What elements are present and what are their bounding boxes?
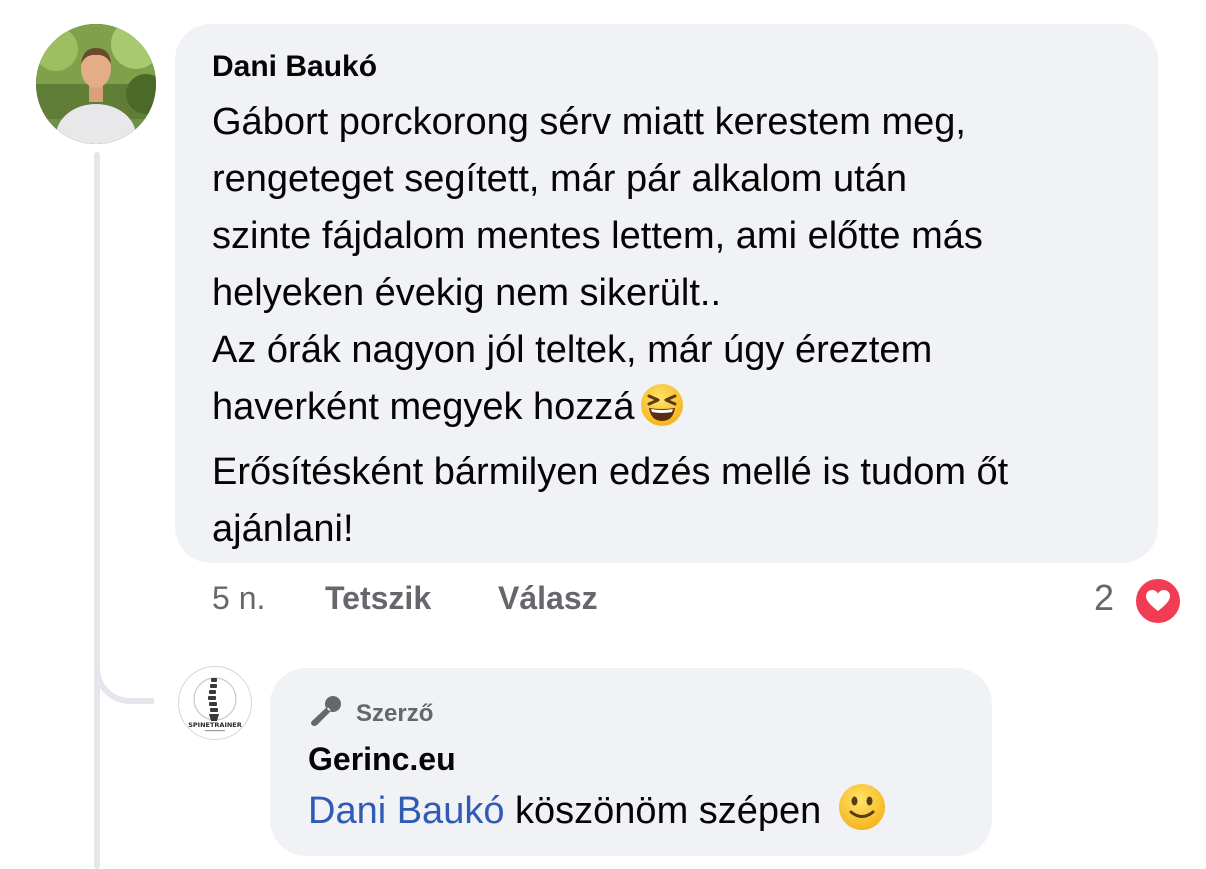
- comment-timestamp[interactable]: 5 n.: [212, 580, 265, 617]
- comment-line: Gábort porckorong sérv miatt kerestem me…: [212, 101, 966, 143]
- avatar-photo: [36, 24, 156, 144]
- comment-line: szinte fájdalom mentes lettem, ami előtt…: [212, 215, 983, 257]
- reply-body: Dani Baukó köszönöm szépen: [308, 783, 886, 845]
- like-button[interactable]: Tetszik: [325, 580, 431, 617]
- comment-line: Erősítésként bármilyen edzés mellé is tu…: [212, 451, 1009, 493]
- mention-link[interactable]: Dani Baukó: [308, 790, 504, 832]
- avatar-page-logo[interactable]: SPINETRAINER: [178, 666, 252, 740]
- comment-body: Gábort porckorong sérv miatt kerestem me…: [212, 94, 1142, 558]
- reply-author[interactable]: Gerinc.eu: [308, 741, 456, 778]
- slightly-smiling-face-icon: [838, 783, 886, 845]
- comment-line: helyeken évekig nem sikerült..: [212, 272, 722, 314]
- comment-line: haverként megyek hozzá: [212, 386, 635, 428]
- comment-line-with-emoji: haverként megyek hozzá: [212, 379, 1142, 444]
- author-badge: Szerző: [308, 694, 433, 734]
- grinning-squinting-face-icon: [640, 383, 684, 444]
- author-badge-label: Szerző: [356, 700, 434, 727]
- comment-line: rengeteget segített, már pár alkalom utá…: [212, 158, 907, 200]
- comment-author[interactable]: Dani Baukó: [212, 50, 377, 84]
- reply-text: köszönöm szépen: [515, 790, 822, 832]
- thread-reply-connector: [94, 640, 154, 704]
- comment-line: Az órák nagyon jól teltek, már úgy érezt…: [212, 329, 933, 371]
- thread-line: [94, 152, 100, 869]
- heart-icon[interactable]: [1133, 576, 1183, 626]
- reaction-count[interactable]: 2: [1094, 577, 1114, 619]
- comment-line: ajánlani!: [212, 508, 354, 550]
- spine-trainer-logo: SPINETRAINER: [180, 668, 250, 738]
- avatar[interactable]: [36, 24, 156, 144]
- reply-button[interactable]: Válasz: [498, 580, 598, 617]
- microphone-icon: [308, 694, 344, 735]
- svg-text:SPINETRAINER: SPINETRAINER: [188, 721, 242, 729]
